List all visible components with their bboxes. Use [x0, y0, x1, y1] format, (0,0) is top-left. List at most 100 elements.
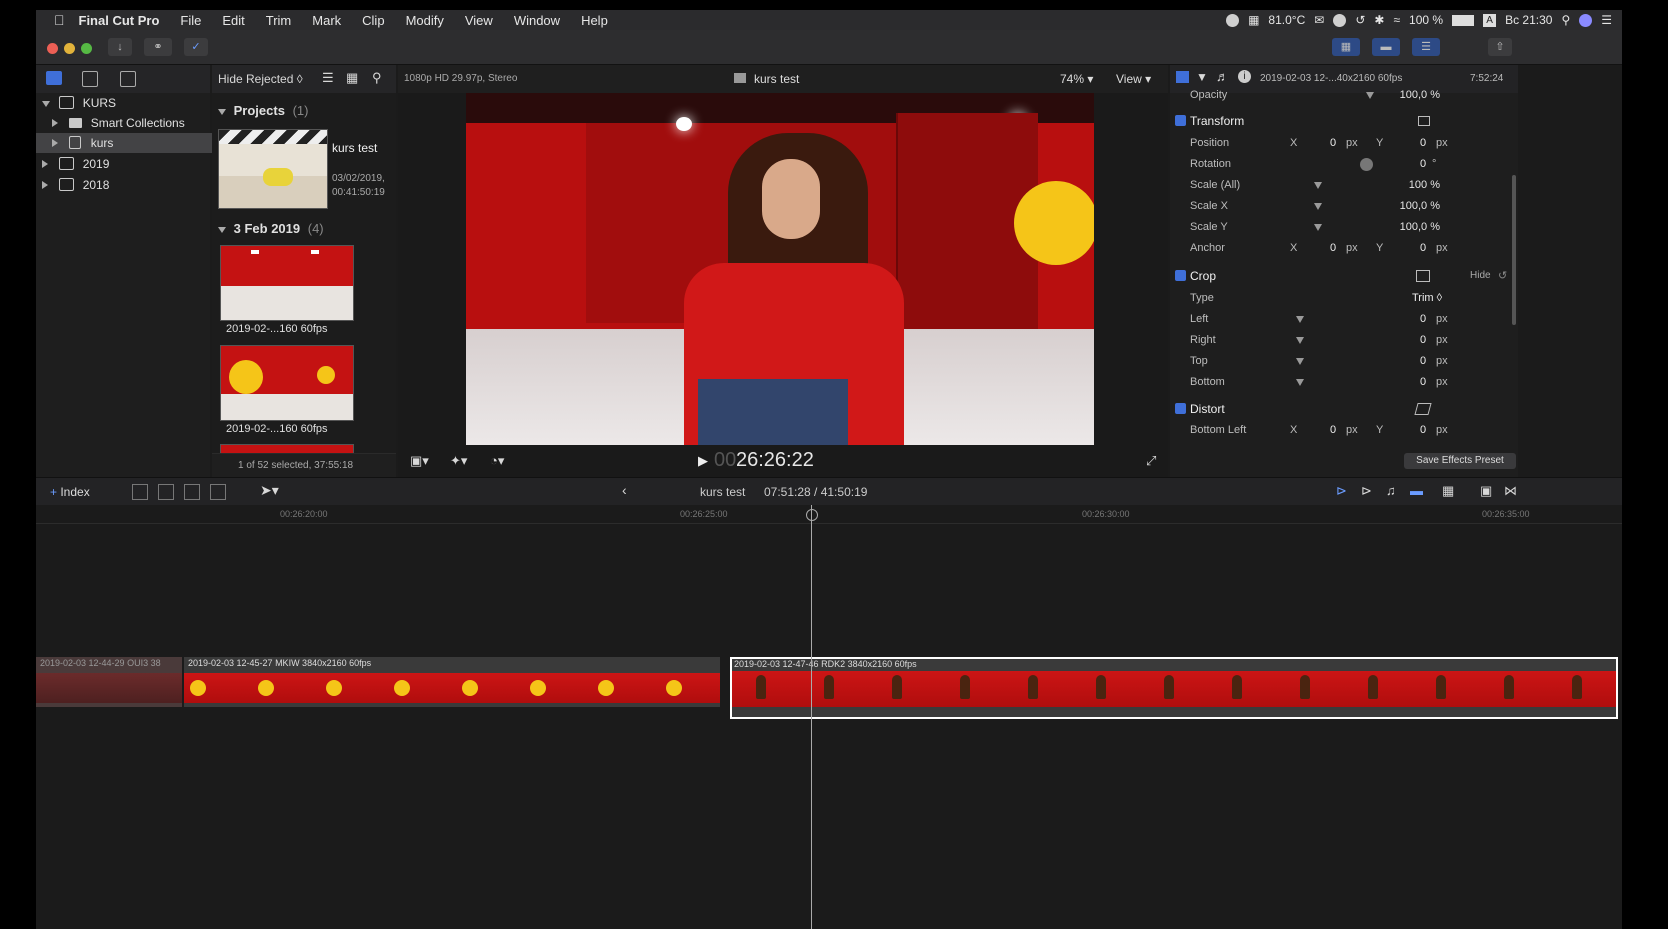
- import-button[interactable]: ↓: [108, 38, 132, 56]
- search-icon[interactable]: ⚲: [372, 70, 382, 86]
- insert-clip-icon[interactable]: [158, 484, 174, 500]
- transitions-browser-icon[interactable]: ⋈: [1504, 483, 1517, 499]
- color-inspector-icon[interactable]: ▼: [1196, 70, 1208, 84]
- timeline-clip[interactable]: 2019-02-03 12-44-29 OUI3 38: [36, 657, 182, 707]
- anchor-x-value[interactable]: 0: [1330, 238, 1336, 259]
- timeline-clip-selected[interactable]: 2019-02-03 12-47-46 RDK2 3840x2160 60fps: [730, 657, 1618, 719]
- time-machine-icon[interactable]: ↺: [1355, 13, 1365, 27]
- project-thumbnail[interactable]: [218, 129, 328, 209]
- clock-text[interactable]: Вс 21:30: [1505, 13, 1552, 27]
- libraries-icon[interactable]: [46, 71, 62, 85]
- minimize-button[interactable]: [64, 43, 75, 54]
- crop-section[interactable]: Crop Hide ↺: [1170, 264, 1510, 288]
- rotation-value[interactable]: 0: [1420, 154, 1426, 175]
- headphones-icon[interactable]: ♫: [1386, 483, 1396, 498]
- notification-icon[interactable]: ✉: [1314, 13, 1324, 27]
- input-source-icon[interactable]: A: [1483, 13, 1497, 27]
- crop-hide-button[interactable]: Hide: [1470, 264, 1491, 288]
- scale-y-slider-knob[interactable]: [1314, 224, 1322, 231]
- reset-icon[interactable]: ↺: [1498, 264, 1507, 288]
- date-section-header[interactable]: 3 Feb 2019 (4): [218, 221, 324, 236]
- append-clip-icon[interactable]: [184, 484, 200, 500]
- clip-appearance-icon[interactable]: ▦: [346, 70, 358, 86]
- index-button[interactable]: + Index: [50, 485, 90, 499]
- playhead[interactable]: [811, 505, 812, 929]
- event-row-kurs[interactable]: kurs: [36, 133, 218, 153]
- crop-left-slider-knob[interactable]: [1296, 316, 1304, 323]
- show-browser-button[interactable]: ▦: [1332, 38, 1360, 56]
- fullscreen-icon[interactable]: ⤢: [1146, 453, 1156, 469]
- position-x-value[interactable]: 0: [1330, 133, 1336, 154]
- scale-all-slider-knob[interactable]: [1314, 182, 1322, 189]
- transform-section[interactable]: Transform: [1170, 109, 1510, 133]
- overwrite-clip-icon[interactable]: [210, 484, 226, 500]
- menu-mark[interactable]: Mark: [312, 13, 341, 28]
- disclosure-closed-icon[interactable]: [52, 119, 58, 127]
- clip-appearance-icon[interactable]: ▦: [1442, 483, 1454, 499]
- list-view-icon[interactable]: ☰: [322, 70, 334, 86]
- distort-onscreen-icon[interactable]: [1414, 403, 1432, 415]
- notification-center-icon[interactable]: ☰: [1601, 13, 1612, 27]
- clip-thumbnail[interactable]: [220, 345, 354, 421]
- filter-popup[interactable]: Hide Rejected ◊: [218, 72, 303, 86]
- disclosure-closed-icon[interactable]: [42, 181, 48, 189]
- info-inspector-icon[interactable]: i: [1238, 70, 1251, 83]
- view-popup[interactable]: View ▾: [1116, 72, 1151, 86]
- effects-browser-icon[interactable]: ▣: [1480, 483, 1492, 499]
- keywords-button[interactable]: ⚭: [144, 38, 172, 56]
- anchor-y-value[interactable]: 0: [1420, 238, 1426, 259]
- record-icon[interactable]: [1226, 13, 1240, 27]
- share-button[interactable]: ⇧: [1488, 38, 1512, 56]
- back-arrow-icon[interactable]: ‹: [622, 482, 627, 498]
- disclosure-closed-icon[interactable]: [52, 139, 58, 147]
- disclosure-open-icon[interactable]: [218, 227, 226, 233]
- disclosure-open-icon[interactable]: [218, 109, 226, 115]
- audio-inspector-icon[interactable]: ♬: [1216, 69, 1229, 84]
- crop-bottom-slider-knob[interactable]: [1296, 379, 1304, 386]
- timecode-display[interactable]: 26:26:22: [736, 449, 814, 472]
- scale-x-slider-knob[interactable]: [1314, 203, 1322, 210]
- wifi-icon[interactable]: ≈: [1393, 13, 1400, 27]
- save-effects-preset-button[interactable]: Save Effects Preset: [1404, 453, 1516, 469]
- disclosure-open-icon[interactable]: [42, 101, 50, 107]
- scale-x-value[interactable]: 100,0 %: [1370, 196, 1440, 217]
- crop-left-value[interactable]: 0: [1420, 309, 1426, 330]
- spotlight-icon[interactable]: ⚲: [1561, 13, 1570, 27]
- crop-right-value[interactable]: 0: [1420, 330, 1426, 351]
- rotation-dial[interactable]: [1360, 158, 1373, 171]
- playhead-handle[interactable]: [806, 509, 818, 521]
- select-tool-icon[interactable]: ➤▾: [260, 482, 279, 499]
- speed-icon[interactable]: ◔▾: [490, 453, 504, 469]
- library-row-2018[interactable]: 2018: [36, 175, 218, 195]
- timeline-clip[interactable]: 2019-02-03 12-45-27 MKIW 3840x2160 60fps: [184, 657, 720, 707]
- play-icon[interactable]: ▶: [698, 453, 708, 469]
- snapping-icon[interactable]: ▬: [1410, 483, 1423, 498]
- crop-type-popup[interactable]: Trim ◊: [1412, 288, 1442, 309]
- video-frame[interactable]: [466, 93, 1094, 445]
- menu-trim[interactable]: Trim: [266, 13, 292, 28]
- background-tasks-button[interactable]: ✓: [184, 38, 208, 56]
- project-name[interactable]: kurs test: [332, 141, 377, 155]
- distort-checkbox[interactable]: [1175, 403, 1186, 414]
- menu-file[interactable]: File: [180, 13, 201, 28]
- app-status-icon[interactable]: [1333, 13, 1347, 27]
- app-menu[interactable]: Final Cut Pro: [79, 13, 160, 28]
- bluetooth-icon[interactable]: ✱: [1374, 13, 1384, 27]
- siri-icon[interactable]: [1579, 13, 1593, 27]
- battery-icon[interactable]: [1452, 14, 1475, 26]
- smart-collections-row[interactable]: Smart Collections: [36, 113, 218, 133]
- timeline-ruler[interactable]: [36, 505, 1622, 524]
- clip-thumbnail[interactable]: [220, 245, 354, 321]
- position-y-value[interactable]: 0: [1420, 133, 1426, 154]
- close-button[interactable]: [47, 43, 58, 54]
- connect-clip-icon[interactable]: [132, 484, 148, 500]
- menu-window[interactable]: Window: [514, 13, 560, 28]
- timeline-area[interactable]: 00:26:20:00 00:26:25:00 00:26:30:00 00:2…: [36, 505, 1622, 929]
- distort-section[interactable]: Distort: [1170, 397, 1510, 421]
- crop-top-value[interactable]: 0: [1420, 351, 1426, 372]
- show-inspector-button[interactable]: ☰: [1412, 38, 1440, 56]
- temperature-icon[interactable]: ▦: [1248, 13, 1259, 27]
- transform-onscreen-icon[interactable]: [1418, 116, 1430, 126]
- scale-y-value[interactable]: 100,0 %: [1370, 217, 1440, 238]
- crop-bottom-value[interactable]: 0: [1420, 372, 1426, 393]
